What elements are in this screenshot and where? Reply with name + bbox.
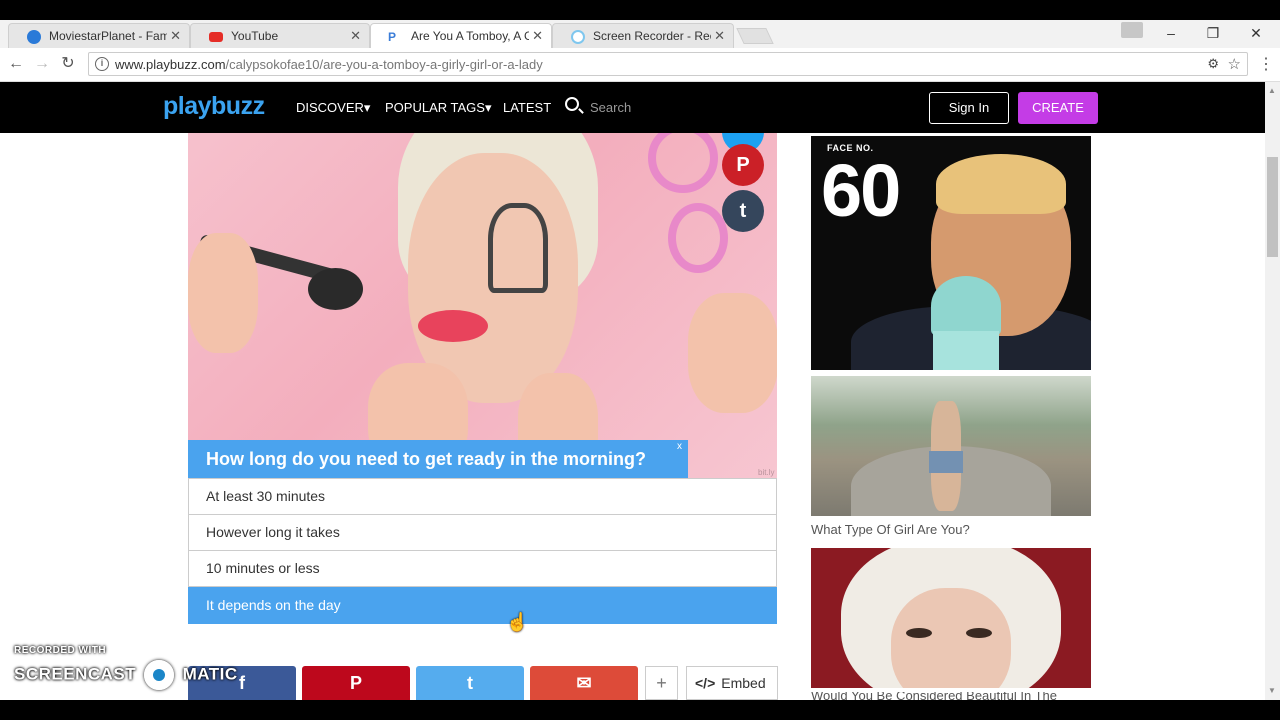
restore-icon[interactable]: ❐	[1202, 22, 1224, 44]
hair-shape	[936, 154, 1066, 214]
hand-shape	[188, 233, 258, 353]
scroll-up-icon[interactable]: ▲	[1268, 86, 1276, 95]
scissors-ring-shape	[648, 133, 718, 193]
shorts-shape	[929, 451, 963, 473]
hand-shape	[688, 293, 777, 413]
reload-icon[interactable]: ↻	[58, 54, 78, 74]
mouse-cursor-icon: ☝	[506, 612, 529, 632]
tab-strip: MoviestarPlanet - Fame ✕ YouTube ✕ P Are…	[0, 20, 1280, 48]
search-input[interactable]: Search	[590, 100, 631, 115]
tab-label: YouTube	[231, 29, 279, 43]
page-scrollbar[interactable]: ▲ ▼	[1265, 82, 1280, 700]
screencast-watermark: RECORDED WITH SCREENCAST MATIC	[14, 645, 238, 690]
answer-option-4[interactable]: It depends on the day	[188, 587, 777, 624]
tab-label: Screen Recorder - Recor	[593, 29, 711, 43]
eyelash-curler-shape	[488, 203, 548, 293]
image-share-tumblr-icon[interactable]: t	[722, 190, 764, 232]
embed-label: Embed	[721, 675, 766, 691]
face-shape	[891, 588, 1011, 688]
sidebar-card-beautiful[interactable]	[811, 548, 1091, 688]
nav-popular-tags[interactable]: POPULAR TAGS▾	[385, 100, 491, 116]
sidebar-card-face-60[interactable]: FACE NO. 60	[811, 136, 1091, 370]
question-title: How long do you need to get ready in the…	[188, 440, 688, 478]
info-icon[interactable]: i	[95, 57, 109, 71]
nav-latest[interactable]: LATEST	[503, 100, 551, 115]
top-black-bar	[0, 0, 1280, 20]
screencast-icon	[571, 30, 585, 44]
tab-tomboy-quiz[interactable]: P Are You A Tomboy, A Gir ✕	[370, 23, 552, 48]
tab-youtube[interactable]: YouTube ✕	[190, 23, 370, 48]
window-close-icon[interactable]: ✕	[1245, 22, 1267, 44]
youtube-icon	[209, 32, 223, 42]
cupcake-frosting-shape	[931, 276, 1001, 336]
brush-head-shape	[308, 268, 363, 310]
image-credit: bit.ly	[758, 468, 775, 477]
scissors-ring-shape	[668, 203, 728, 273]
create-button[interactable]: CREATE	[1018, 92, 1098, 124]
close-icon[interactable]: ✕	[714, 28, 725, 44]
url-domain: www.playbuzz.com	[115, 57, 226, 72]
question-close-mark: x	[677, 441, 682, 452]
browser-menu-icon[interactable]: ⋮	[1258, 54, 1274, 74]
bookmark-star-icon[interactable]: ☆	[1228, 55, 1241, 73]
close-icon[interactable]: ✕	[532, 28, 543, 44]
bottom-black-bar	[0, 700, 1280, 720]
scroll-down-icon[interactable]: ▼	[1268, 686, 1276, 695]
forward-arrow-icon[interactable]: →	[32, 54, 52, 74]
eye-shape	[906, 628, 932, 638]
face-number: 60	[821, 149, 901, 232]
url-field[interactable]: i www.playbuzz.com/calypsokofae10/are-yo…	[88, 52, 1248, 76]
ie-icon	[27, 30, 41, 44]
share-pinterest-button[interactable]: P	[302, 666, 410, 700]
image-share-pinterest-icon[interactable]: P	[722, 144, 764, 186]
tab-label: MoviestarPlanet - Fame	[49, 29, 167, 43]
tab-label: Are You A Tomboy, A Gir	[411, 29, 529, 43]
question-text: How long do you need to get ready in the…	[206, 449, 646, 469]
lips-shape	[418, 310, 488, 342]
answer-option-2[interactable]: However long it takes	[188, 514, 777, 551]
extension-icon[interactable]: ⚙	[1207, 56, 1219, 72]
code-icon: </>	[695, 675, 716, 691]
back-arrow-icon[interactable]: ←	[6, 54, 26, 74]
tab-moviestarplanet[interactable]: MoviestarPlanet - Fame ✕	[8, 23, 190, 48]
share-email-button[interactable]: ✉	[530, 666, 638, 700]
search-icon[interactable]	[565, 97, 579, 111]
playbuzz-logo[interactable]: playbuzz	[163, 92, 265, 121]
address-bar: ← → ↻ i www.playbuzz.com/calypsokofae10/…	[0, 48, 1280, 82]
sign-in-button[interactable]: Sign In	[929, 92, 1009, 124]
share-more-button[interactable]: +	[645, 666, 678, 700]
watermark-brand-left: SCREENCAST	[14, 664, 137, 684]
watermark-line1: RECORDED WITH	[14, 645, 107, 656]
sidebar-caption-girl-type[interactable]: What Type Of Girl Are You?	[811, 522, 970, 537]
sidebar-caption-beautiful[interactable]: Would You Be Considered Beautiful In The	[811, 692, 1057, 700]
question-image: P t	[188, 133, 777, 478]
embed-button[interactable]: </> Embed	[686, 666, 778, 700]
url-text[interactable]: www.playbuzz.com/calypsokofae10/are-you-…	[115, 57, 543, 72]
profile-icon[interactable]	[1121, 22, 1143, 38]
share-twitter-button[interactable]: t	[416, 666, 524, 700]
scroll-thumb[interactable]	[1267, 157, 1278, 257]
eye-shape	[966, 628, 992, 638]
screencast-logo-icon	[144, 660, 175, 690]
cupcake-base-shape	[933, 331, 999, 370]
screen: MoviestarPlanet - Fame ✕ YouTube ✕ P Are…	[0, 0, 1280, 720]
minimize-icon[interactable]: –	[1160, 22, 1182, 44]
answer-option-3[interactable]: 10 minutes or less	[188, 550, 777, 587]
answer-option-1[interactable]: At least 30 minutes	[188, 478, 777, 515]
nav-discover[interactable]: DISCOVER▾	[296, 100, 370, 116]
close-icon[interactable]: ✕	[350, 28, 361, 44]
watermark-brand: SCREENCAST MATIC	[14, 660, 238, 690]
tab-screen-recorder[interactable]: Screen Recorder - Recor ✕	[552, 23, 734, 48]
new-tab-button[interactable]	[736, 28, 774, 44]
close-icon[interactable]: ✕	[170, 28, 181, 44]
sidebar-card-girl-type[interactable]	[811, 376, 1091, 516]
playbuzz-icon: P	[385, 30, 399, 44]
watermark-brand-right: MATIC	[182, 664, 238, 684]
url-path: /calypsokofae10/are-you-a-tomboy-a-girly…	[225, 57, 543, 72]
site-header: playbuzz DISCOVER▾ POPULAR TAGS▾ LATEST …	[0, 82, 1265, 133]
